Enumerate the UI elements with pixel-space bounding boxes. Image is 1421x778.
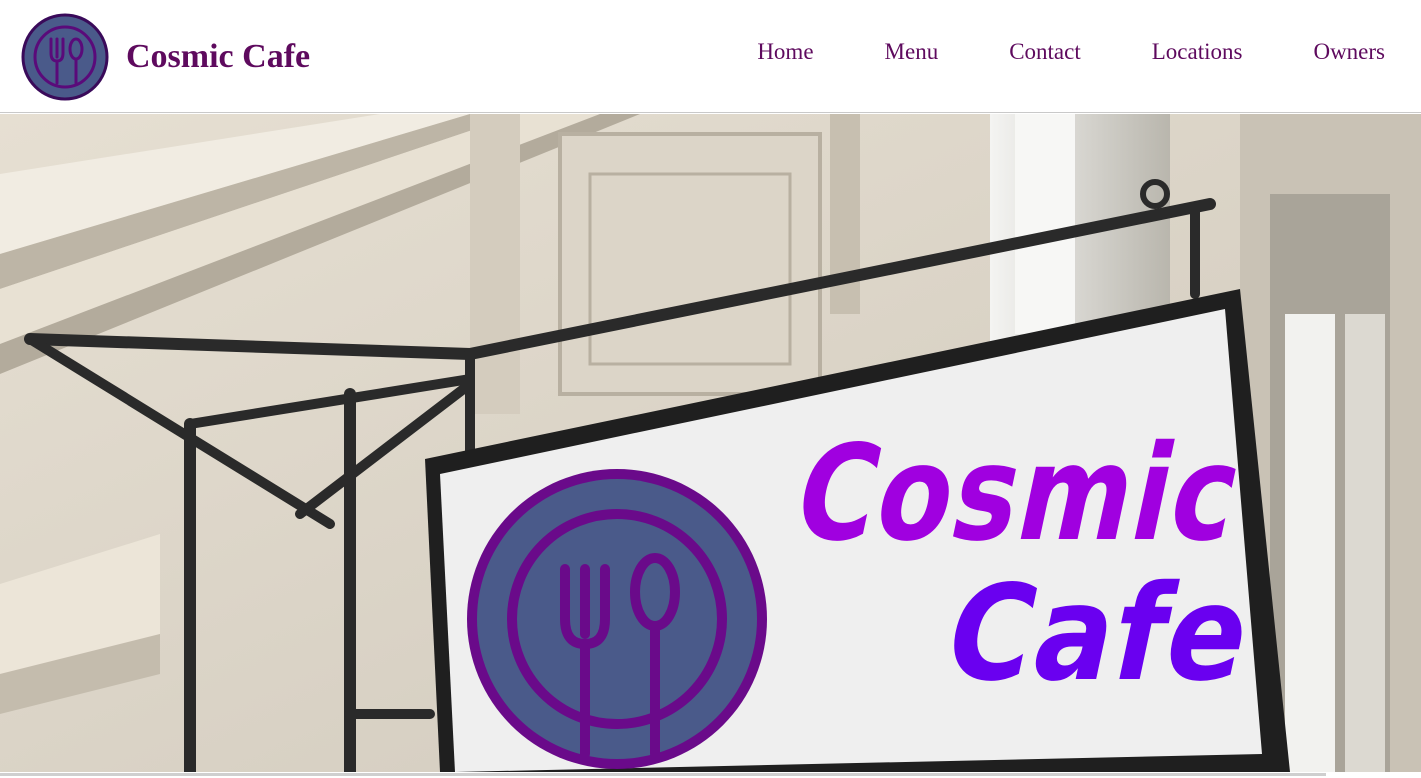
nav-owners-link[interactable]: Owners: [1313, 40, 1385, 63]
storefront-sign-illustration: Cosmic Cafe: [0, 114, 1421, 772]
bottom-scroll-strip: [0, 772, 1421, 778]
site-header: Cosmic Cafe Home Menu Contact Locations …: [0, 0, 1421, 113]
sign-logo-icon: [467, 469, 767, 769]
sign-text-line2: Cafe: [933, 557, 1266, 710]
nav-menu-link[interactable]: Menu: [885, 40, 939, 63]
fork-spoon-plate-icon: [21, 13, 109, 101]
site-logo[interactable]: [21, 13, 109, 101]
nav-contact-link[interactable]: Contact: [1009, 40, 1081, 63]
main-nav: Home Menu Contact Locations Owners: [757, 40, 1385, 63]
sign-text-line1: Cosmic: [783, 417, 1256, 570]
nav-home-link[interactable]: Home: [757, 40, 813, 63]
brand-title[interactable]: Cosmic Cafe: [126, 40, 310, 74]
hero-image: Cosmic Cafe: [0, 114, 1421, 772]
horizontal-scrollbar[interactable]: [0, 773, 1326, 776]
nav-locations-link[interactable]: Locations: [1152, 40, 1243, 63]
